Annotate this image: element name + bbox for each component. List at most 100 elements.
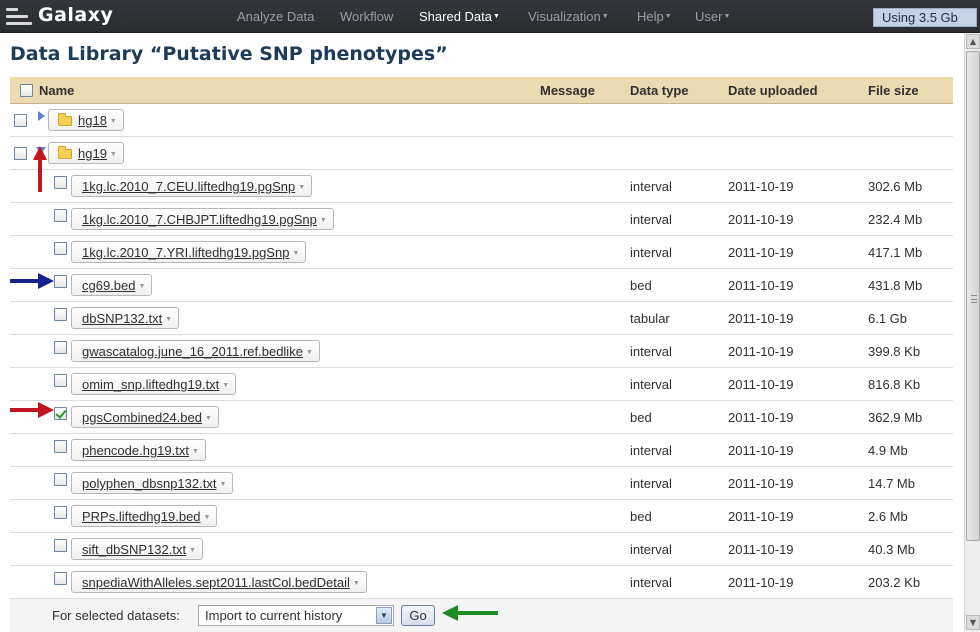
dataset-menu-button[interactable]: omim_snp.liftedhg19.txt ▼ — [71, 373, 237, 395]
dataset-date: 2011-10-19 — [728, 575, 794, 590]
annotation-arrow-left-green — [442, 605, 498, 621]
dataset-checkbox[interactable] — [54, 473, 67, 486]
folder-checkbox[interactable] — [14, 147, 27, 160]
dataset-name[interactable]: 1kg.lc.2010_7.YRI.liftedhg19.pgSnp — [82, 245, 289, 260]
dataset-menu-button[interactable]: PRPs.liftedhg19.bed ▼ — [71, 505, 218, 527]
nav-analyze-data[interactable]: Analyze Data — [237, 9, 314, 24]
dataset-row: 1kg.lc.2010_7.CEU.liftedhg19.pgSnp ▼ inter… — [10, 170, 953, 203]
caret-down-icon: ▼ — [723, 13, 731, 20]
dataset-menu-button[interactable]: gwascatalog.june_16_2011.ref.bedlike ▼ — [71, 340, 320, 362]
dataset-date: 2011-10-19 — [728, 278, 794, 293]
nav-shared-data[interactable]: Shared Data▼ — [419, 9, 500, 24]
dataset-date: 2011-10-19 — [728, 311, 794, 326]
masthead: Galaxy Analyze Data Workflow Shared Data… — [0, 0, 980, 33]
nav-help[interactable]: Help▼ — [637, 9, 672, 24]
bulk-action-select[interactable]: Import to current history ▼ — [198, 605, 394, 626]
dataset-date: 2011-10-19 — [728, 509, 794, 524]
dataset-type: interval — [630, 476, 672, 491]
dropdown-arrow-icon: ▼ — [109, 151, 117, 158]
dataset-type: interval — [630, 443, 672, 458]
dataset-menu-button[interactable]: snpediaWithAlleles.sept2011.lastCol.bedD… — [71, 571, 367, 593]
dataset-type: interval — [630, 212, 672, 227]
dataset-menu-button[interactable]: phencode.hg19.txt ▼ — [71, 439, 206, 461]
folder-icon — [58, 146, 72, 159]
dataset-menu-button[interactable]: sift_dbSNP132.txt ▼ — [71, 538, 203, 560]
dataset-size: 40.3 Mb — [868, 542, 915, 557]
dataset-row: PRPs.liftedhg19.bed ▼ bed 2011-10-19 2.6 Mb — [10, 500, 953, 533]
dataset-checkbox[interactable] — [54, 275, 67, 288]
dataset-checkbox[interactable] — [54, 506, 67, 519]
dataset-date: 2011-10-19 — [728, 443, 794, 458]
dataset-checkbox[interactable] — [54, 176, 67, 189]
annotation-arrow-right-red — [10, 402, 54, 418]
dataset-name[interactable]: polyphen_dbsnp132.txt — [82, 476, 216, 491]
dataset-size: 302.6 Mb — [868, 179, 923, 194]
dataset-checkbox[interactable] — [54, 209, 67, 222]
galaxy-logo-icon[interactable] — [6, 8, 32, 26]
dataset-row: pgsCombined24.bed ▼ bed 2011-10-19 362.9 Mb — [10, 401, 953, 434]
header-name: Name — [39, 83, 75, 98]
scroll-up-icon[interactable]: ▲ — [966, 34, 980, 49]
dataset-checkbox[interactable] — [54, 539, 67, 552]
folder-checkbox[interactable] — [14, 114, 27, 127]
dataset-checkbox[interactable] — [54, 308, 67, 321]
dropdown-arrow-icon: ▼ — [292, 250, 300, 257]
dataset-size: 232.4 Mb — [868, 212, 923, 227]
dataset-name[interactable]: phencode.hg19.txt — [82, 443, 189, 458]
dataset-size: 4.9 Mb — [868, 443, 908, 458]
dataset-name[interactable]: pgsCombined24.bed — [82, 410, 202, 425]
dataset-checkbox[interactable] — [54, 440, 67, 453]
dataset-type: tabular — [630, 311, 670, 326]
dataset-menu-button[interactable]: 1kg.lc.2010_7.CHBJPT.liftedhg19.pgSnp ▼ — [71, 208, 334, 230]
dataset-checkbox[interactable] — [54, 374, 67, 387]
brand-name[interactable]: Galaxy — [38, 4, 113, 26]
dataset-name[interactable]: sift_dbSNP132.txt — [82, 542, 186, 557]
dataset-type: interval — [630, 179, 672, 194]
dataset-row: omim_snp.liftedhg19.txt ▼ interval 2011-10-… — [10, 368, 953, 401]
dropdown-arrow-icon: ▼ — [191, 448, 199, 455]
nav-visualization[interactable]: Visualization▼ — [528, 9, 609, 24]
nav-user[interactable]: User▼ — [695, 9, 730, 24]
dataset-menu-button[interactable]: pgsCombined24.bed ▼ — [71, 406, 219, 428]
folder-menu-button[interactable]: hg19 ▼ — [48, 142, 124, 164]
dataset-date: 2011-10-19 — [728, 344, 794, 359]
dataset-name[interactable]: dbSNP132.txt — [82, 311, 162, 326]
dataset-name[interactable]: PRPs.liftedhg19.bed — [82, 509, 201, 524]
select-arrow-icon[interactable]: ▼ — [376, 607, 392, 624]
dataset-menu-button[interactable]: cg69.bed ▼ — [71, 274, 153, 296]
dataset-menu-button[interactable]: dbSNP132.txt ▼ — [71, 307, 180, 329]
header-data-type: Data type — [630, 83, 689, 98]
header-date-uploaded: Date uploaded — [728, 83, 818, 98]
dataset-name[interactable]: snpediaWithAlleles.sept2011.lastCol.bedD… — [82, 575, 350, 590]
dataset-name[interactable]: gwascatalog.june_16_2011.ref.bedlike — [82, 344, 303, 359]
bulk-action-label: For selected datasets: — [52, 608, 180, 623]
dataset-name[interactable]: cg69.bed — [82, 278, 136, 293]
folder-icon — [58, 113, 72, 126]
expand-right-icon[interactable] — [38, 111, 45, 121]
quota-meter: Using 3.5 Gb — [873, 8, 977, 27]
dataset-name[interactable]: 1kg.lc.2010_7.CHBJPT.liftedhg19.pgSnp — [82, 212, 317, 227]
dataset-menu-button[interactable]: 1kg.lc.2010_7.YRI.liftedhg19.pgSnp ▼ — [71, 241, 307, 263]
go-button[interactable]: Go — [401, 605, 435, 626]
dataset-menu-button[interactable]: polyphen_dbsnp132.txt ▼ — [71, 472, 234, 494]
dropdown-arrow-icon: ▼ — [319, 217, 327, 224]
dataset-date: 2011-10-19 — [728, 410, 794, 425]
dataset-type: bed — [630, 410, 652, 425]
dataset-checkbox[interactable] — [54, 572, 67, 585]
vertical-scrollbar[interactable]: ▲ ▼ — [964, 33, 980, 632]
scroll-down-icon[interactable]: ▼ — [966, 615, 980, 630]
folder-menu-button[interactable]: hg18 ▼ — [48, 109, 124, 131]
dataset-checkbox[interactable] — [54, 242, 67, 255]
dataset-checkbox[interactable] — [54, 341, 67, 354]
caret-down-icon: ▼ — [601, 13, 609, 20]
dataset-name[interactable]: omim_snp.liftedhg19.txt — [82, 377, 219, 392]
annotation-arrow-right-blue — [10, 273, 54, 289]
dataset-size: 417.1 Mb — [868, 245, 923, 260]
dataset-menu-button[interactable]: 1kg.lc.2010_7.CEU.liftedhg19.pgSnp ▼ — [71, 175, 313, 197]
dataset-name[interactable]: 1kg.lc.2010_7.CEU.liftedhg19.pgSnp — [82, 179, 295, 194]
dropdown-arrow-icon: ▼ — [204, 415, 212, 422]
select-all-checkbox[interactable] — [20, 84, 33, 97]
scrollbar-thumb[interactable] — [966, 51, 980, 541]
dataset-checkbox[interactable] — [54, 407, 67, 420]
nav-workflow[interactable]: Workflow — [340, 9, 393, 24]
